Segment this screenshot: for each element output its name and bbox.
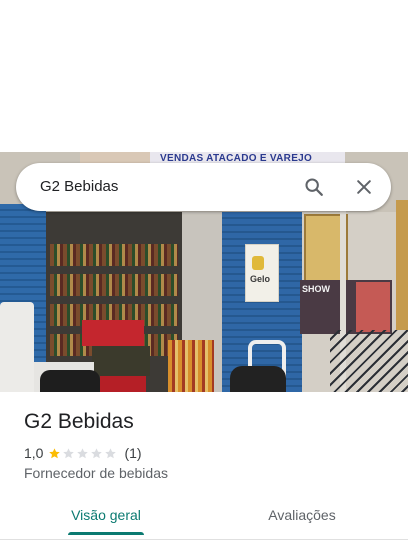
search-bar[interactable]: G2 Bebidas (16, 163, 391, 211)
tab-overview[interactable]: Visão geral (52, 496, 160, 534)
photo-crate (92, 346, 150, 376)
star-empty-icon (63, 447, 75, 458)
place-tabs: Visão geral Avaliações (0, 496, 408, 538)
star-empty-icon (105, 447, 117, 458)
tabs-divider (0, 539, 408, 540)
photo-poster (245, 244, 279, 302)
photo-show-text: SHOW (302, 284, 330, 294)
star-empty-icon (91, 447, 103, 458)
photo-motorcycle (40, 370, 100, 392)
place-category[interactable]: Fornecedor de bebidas (24, 465, 168, 481)
search-query[interactable]: G2 Bebidas (40, 178, 118, 195)
place-title: G2 Bebidas (24, 410, 134, 433)
rating-row[interactable]: 1,0 (1) (24, 444, 142, 462)
photo-bottles (168, 340, 214, 392)
search-icon (305, 178, 323, 196)
search-button[interactable] (300, 173, 328, 201)
photo-shelf (50, 244, 178, 266)
photo-crate (82, 320, 144, 346)
photo-stacked-chairs (0, 302, 34, 392)
photo-shelf (50, 274, 178, 296)
clear-search-button[interactable] (350, 173, 378, 201)
review-count[interactable]: (1) (124, 445, 141, 461)
photo-motorcycle (230, 366, 286, 392)
star-empty-icon (77, 447, 89, 458)
photo-poster-text: Gelo (250, 274, 271, 284)
photo-show-image (356, 282, 390, 332)
star-filled-icon (49, 447, 61, 458)
photo-poster-graphic (252, 256, 264, 270)
rating-value: 1,0 (24, 445, 44, 461)
close-icon (357, 180, 371, 194)
rating-stars (48, 447, 118, 460)
top-blank-area (0, 0, 408, 152)
photo-door (396, 200, 408, 330)
photo-railing (330, 330, 408, 392)
photo-crate (100, 376, 146, 392)
tab-reviews[interactable]: Avaliações (248, 496, 356, 534)
active-tab-indicator (68, 532, 144, 535)
